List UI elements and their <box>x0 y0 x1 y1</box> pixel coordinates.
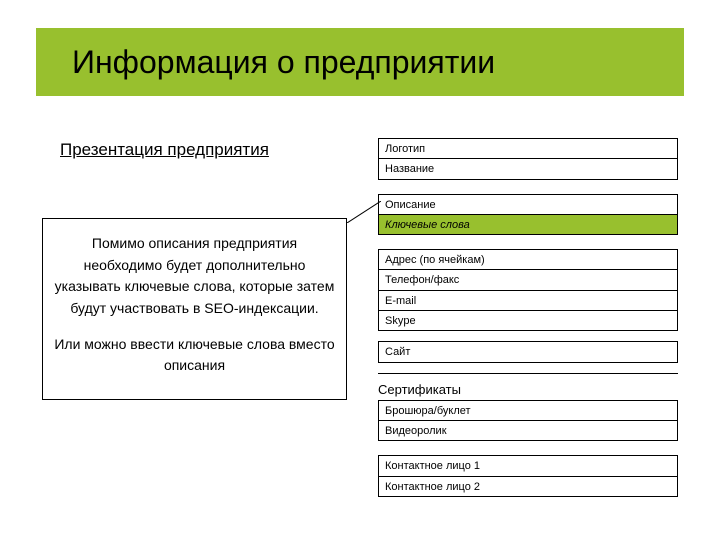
field-logo: Логотип <box>379 139 677 159</box>
field-contact-1: Контактное лицо 1 <box>379 456 677 476</box>
group-contact-persons: Контактное лицо 1 Контактное лицо 2 <box>378 455 678 497</box>
field-contact-2: Контактное лицо 2 <box>379 477 677 496</box>
subtitle: Презентация предприятия <box>60 140 269 160</box>
field-website: Сайт <box>379 342 677 361</box>
group-website: Сайт <box>378 341 678 362</box>
divider <box>378 373 678 374</box>
group-contacts: Адрес (по ячейкам) Телефон/факс E-mail S… <box>378 249 678 331</box>
field-phone: Телефон/факс <box>379 270 677 290</box>
field-keywords: Ключевые слова <box>379 215 677 234</box>
group-media: Брошюра/буклет Видеоролик <box>378 400 678 442</box>
field-skype: Skype <box>379 311 677 330</box>
field-brochure: Брошюра/буклет <box>379 401 677 421</box>
connector-line <box>347 201 381 223</box>
description-p2: Или можно ввести ключевые слова вместо о… <box>53 334 336 377</box>
title-bar: Информация о предприятии <box>36 28 684 96</box>
group-description: Описание Ключевые слова <box>378 194 678 236</box>
field-address: Адрес (по ячейкам) <box>379 250 677 270</box>
certificates-label: Сертификаты <box>378 380 678 400</box>
field-video: Видеоролик <box>379 421 677 440</box>
description-p1: Помимо описания предприятия необходимо б… <box>53 233 336 320</box>
group-identity: Логотип Название <box>378 138 678 180</box>
field-description: Описание <box>379 195 677 215</box>
page-title: Информация о предприятии <box>72 44 495 81</box>
description-callout: Помимо описания предприятия необходимо б… <box>42 218 347 400</box>
field-email: E-mail <box>379 291 677 311</box>
form-fields-column: Логотип Название Описание Ключевые слова… <box>378 138 678 511</box>
field-name: Название <box>379 159 677 178</box>
